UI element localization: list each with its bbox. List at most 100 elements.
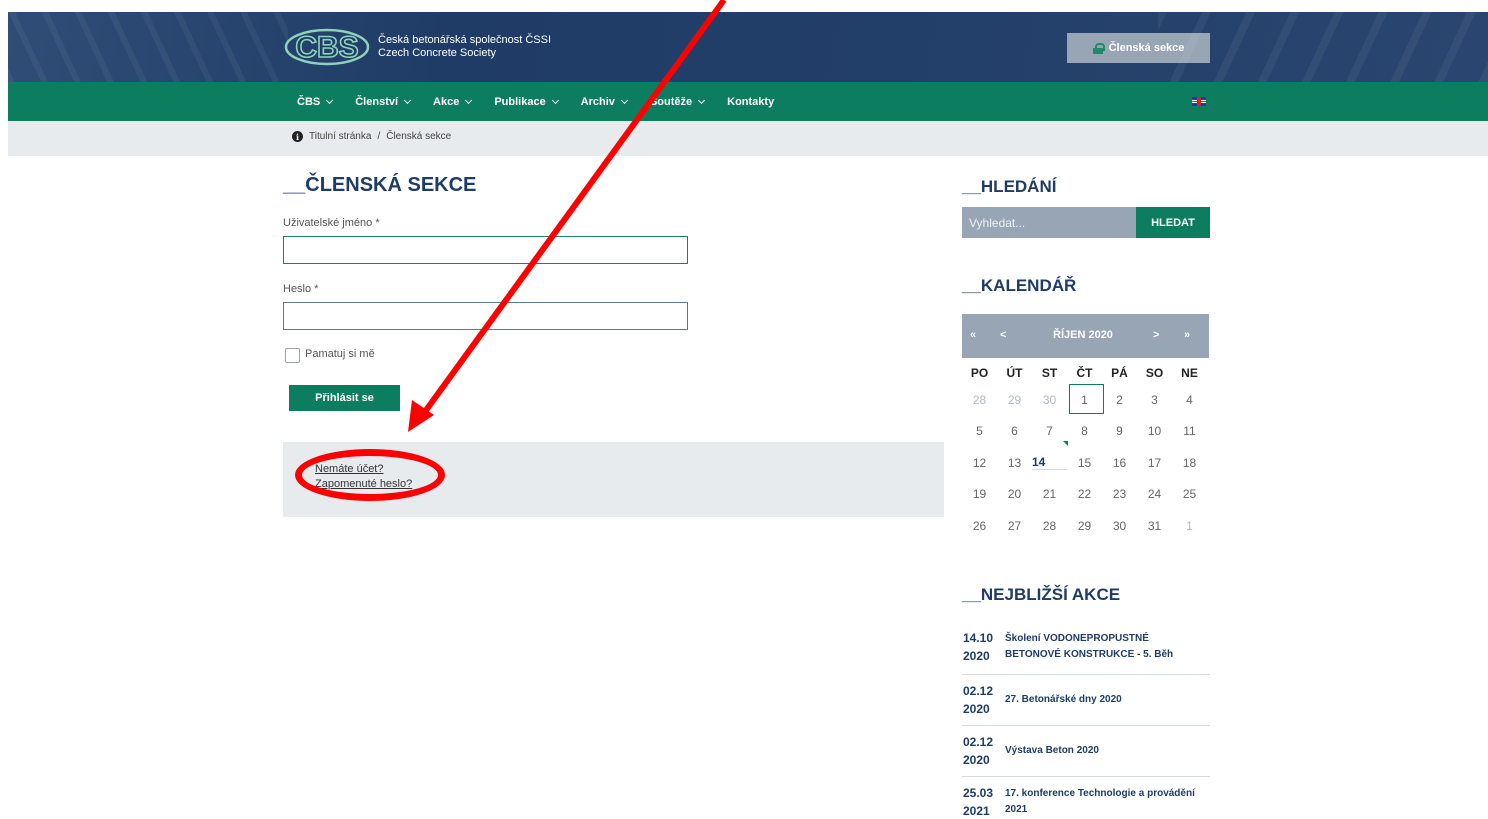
calendar-next-year[interactable]: » bbox=[1184, 329, 1190, 341]
calendar-day[interactable]: 5 bbox=[962, 424, 997, 438]
calendar-day[interactable]: 2 bbox=[1102, 393, 1137, 407]
calendar-day[interactable]: 20 bbox=[997, 487, 1032, 501]
calendar-day[interactable]: 7 bbox=[1032, 424, 1067, 438]
login-button[interactable]: Přihlásit se bbox=[289, 385, 400, 411]
nav-item[interactable]: Archiv bbox=[580, 95, 628, 108]
calendar-day[interactable]: 29 bbox=[997, 393, 1032, 407]
remember-checkbox[interactable] bbox=[285, 348, 300, 363]
username-input[interactable] bbox=[283, 236, 688, 264]
annotation-ellipse bbox=[295, 449, 445, 501]
calendar-day[interactable]: 23 bbox=[1102, 487, 1137, 501]
search-button[interactable]: HLEDAT bbox=[1136, 207, 1210, 238]
calendar-day[interactable]: 26 bbox=[962, 519, 997, 533]
calendar-weekday: PÁ bbox=[1111, 366, 1128, 380]
chevron-down-icon bbox=[326, 96, 334, 104]
info-icon: i bbox=[292, 131, 303, 142]
chevron-down-icon bbox=[698, 96, 706, 104]
nav-item[interactable]: Publikace bbox=[494, 95, 559, 108]
event-year: 2020 bbox=[963, 753, 990, 767]
event-item[interactable]: 02.12 2020 Výstava Beton 2020 bbox=[962, 726, 1210, 777]
breadcrumb-home[interactable]: Titulní stránka bbox=[309, 131, 371, 142]
event-year: 2021 bbox=[963, 804, 990, 818]
calendar-day[interactable]: 22 bbox=[1067, 487, 1102, 501]
breadcrumb-separator: / bbox=[377, 131, 381, 142]
event-date: 14.10 2020 bbox=[962, 629, 1005, 665]
nav-item-label: Publikace bbox=[494, 95, 546, 108]
calendar-day[interactable]: 4 bbox=[1172, 393, 1207, 407]
calendar-day[interactable]: 6 bbox=[997, 424, 1032, 438]
calendar-day[interactable]: 8 bbox=[1067, 424, 1102, 438]
calendar-day[interactable]: 10 bbox=[1137, 424, 1172, 438]
calendar-day[interactable]: 28 bbox=[962, 393, 997, 407]
calendar-week: 5 6 7 8 9 10 11 bbox=[962, 416, 1209, 448]
nav-item[interactable]: Kontakty bbox=[727, 96, 774, 108]
event-title[interactable]: 17. konference Technologie a provádění 2… bbox=[1005, 786, 1200, 818]
chevron-down-icon bbox=[551, 96, 559, 104]
nav-item-label: Akce bbox=[433, 95, 460, 108]
calendar-day[interactable]: 16 bbox=[1102, 456, 1137, 470]
calendar-header: « < ŘÍJEN 2020 > » bbox=[962, 314, 1209, 358]
remember-label: Pamatuj si mě bbox=[305, 348, 375, 360]
event-item[interactable]: 02.12 2020 27. Betonářské dny 2020 bbox=[962, 675, 1210, 726]
upcoming-events-list: 14.10 2020 Školení VODONEPROPUSTNÉ BETONOV… bbox=[962, 619, 1210, 819]
nav-item-label: Členství bbox=[355, 95, 399, 108]
calendar-day[interactable]: 11 bbox=[1172, 424, 1207, 438]
cbs-logo[interactable]: CBS bbox=[284, 28, 370, 66]
calendar-day[interactable]: 9 bbox=[1102, 424, 1137, 438]
calendar-prev-year[interactable]: « bbox=[970, 329, 976, 341]
calendar-day[interactable]: 14 bbox=[1032, 441, 1068, 471]
calendar-day[interactable]: 25 bbox=[1172, 487, 1207, 501]
calendar-day[interactable]: 27 bbox=[997, 519, 1032, 533]
nav-item[interactable]: Akce bbox=[433, 95, 473, 108]
page-title: __ČLENSKÁ SEKCE bbox=[283, 174, 477, 196]
upcoming-title: __NEJBLIŽŠÍ AKCE bbox=[962, 585, 1121, 604]
calendar-weekdays: PO ÚT ST ČT PÁ SO NE bbox=[962, 366, 1209, 380]
nav-item[interactable]: Soutěže bbox=[650, 96, 706, 108]
event-item[interactable]: 25.03 2021 17. konference Technologie a pr… bbox=[962, 777, 1210, 819]
nav-item[interactable]: ČBS bbox=[297, 96, 334, 108]
calendar-day[interactable]: 30 bbox=[1102, 519, 1137, 533]
calendar-day[interactable]: 30 bbox=[1032, 393, 1067, 407]
main-nav: ČBS Členství Akce Publikace Archiv Soutěže Kon… bbox=[8, 82, 1488, 121]
calendar-day[interactable]: 12 bbox=[962, 456, 997, 470]
event-title[interactable]: Školení VODONEPROPUSTNÉ BETONOVÉ KONSTRU… bbox=[1005, 631, 1200, 663]
calendar-day[interactable]: 13 bbox=[997, 456, 1032, 470]
nav-item-label: Archiv bbox=[580, 95, 615, 108]
calendar-week: 19 20 21 22 23 24 25 bbox=[962, 479, 1209, 511]
calendar-day[interactable]: 21 bbox=[1032, 487, 1067, 501]
org-name: Česká betonářská společnost ČSSI Czech C… bbox=[378, 34, 551, 60]
calendar-day[interactable]: 1 bbox=[1172, 519, 1207, 533]
calendar-week: 12 13 14 15 16 17 18 bbox=[962, 441, 1209, 479]
calendar-day[interactable]: 18 bbox=[1172, 456, 1207, 470]
event-item[interactable]: 14.10 2020 Školení VODONEPROPUSTNÉ BETONOV… bbox=[962, 619, 1210, 675]
calendar-day[interactable]: 3 bbox=[1137, 393, 1172, 407]
nav-item-label: Kontakty bbox=[727, 95, 775, 108]
calendar-day[interactable]: 29 bbox=[1067, 519, 1102, 533]
member-section-button[interactable]: Členská sekce bbox=[1067, 33, 1210, 63]
calendar-weekday: ÚT bbox=[1006, 366, 1023, 380]
chevron-down-icon bbox=[465, 96, 473, 104]
search-input[interactable] bbox=[962, 207, 1136, 238]
calendar-weekday: PO bbox=[970, 366, 989, 380]
calendar-week: 26 27 28 29 30 31 1 bbox=[962, 510, 1209, 542]
event-year: 2020 bbox=[963, 702, 990, 716]
calendar-day[interactable]: 1 bbox=[1067, 383, 1104, 414]
calendar-day[interactable]: 28 bbox=[1032, 519, 1067, 533]
password-input[interactable] bbox=[283, 302, 688, 330]
calendar-day[interactable]: 19 bbox=[962, 487, 997, 501]
site-header: CBS Česká betonářská společnost ČSSI Cze… bbox=[8, 12, 1488, 82]
calendar-next-month[interactable]: > bbox=[1153, 329, 1159, 341]
chevron-down-icon bbox=[620, 96, 628, 104]
calendar-day[interactable]: 24 bbox=[1137, 487, 1172, 501]
calendar-prev-month[interactable]: < bbox=[1000, 329, 1006, 341]
event-title[interactable]: 27. Betonářské dny 2020 bbox=[1005, 692, 1200, 708]
calendar-day[interactable]: 15 bbox=[1067, 456, 1102, 470]
calendar-day[interactable]: 17 bbox=[1137, 456, 1172, 470]
uk-flag-icon[interactable] bbox=[1192, 97, 1206, 106]
calendar-week: 28 29 30 1 2 3 4 bbox=[962, 383, 1209, 416]
event-title[interactable]: Výstava Beton 2020 bbox=[1005, 743, 1200, 759]
event-date: 25.03 2021 bbox=[962, 784, 1005, 819]
nav-item[interactable]: Členství bbox=[355, 95, 412, 108]
calendar-day[interactable]: 31 bbox=[1137, 519, 1172, 533]
event-date: 02.12 2020 bbox=[962, 682, 1005, 718]
